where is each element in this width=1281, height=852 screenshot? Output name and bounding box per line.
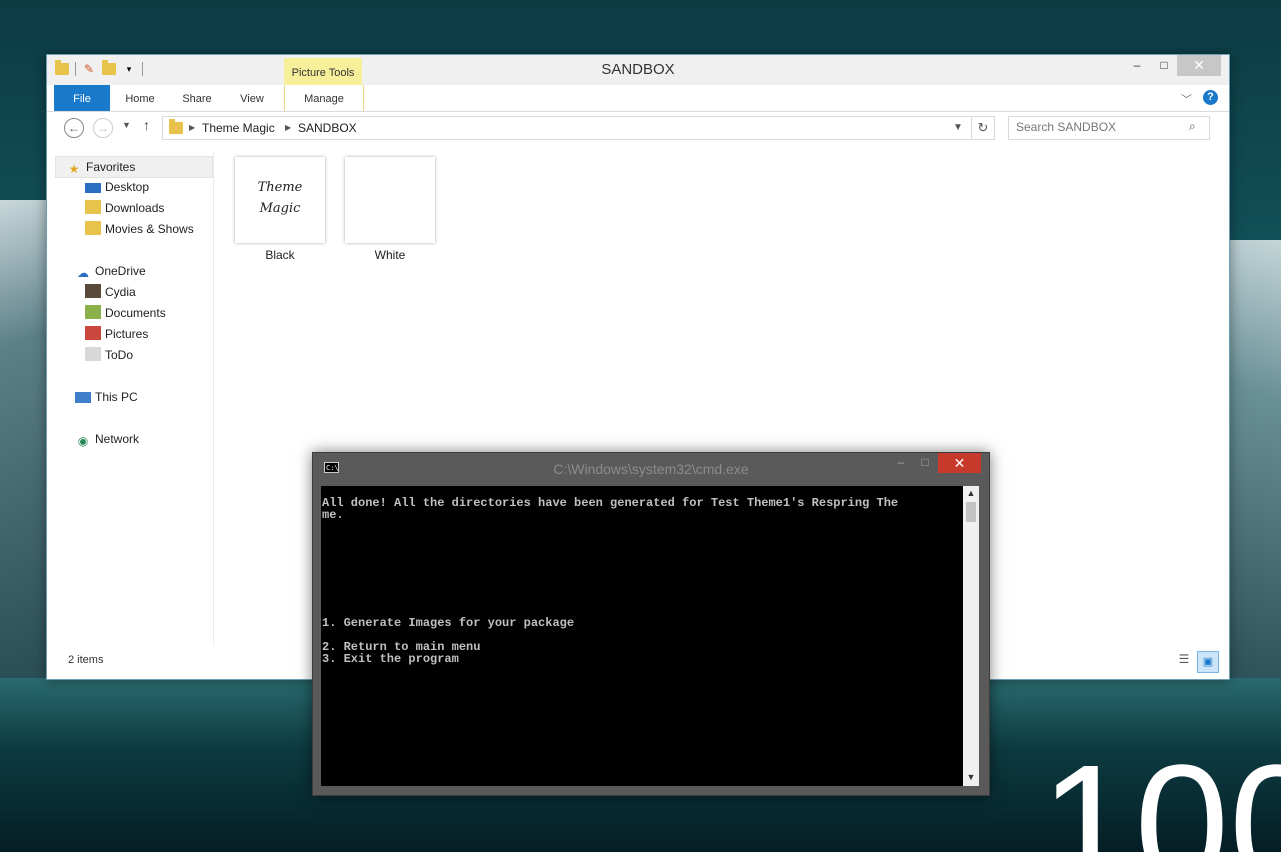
address-bar[interactable]: ▶ Theme Magic ▶ SANDBOX ▼ xyxy=(162,116,972,140)
nav-cydia[interactable]: Cydia xyxy=(85,282,136,302)
breadcrumb-separator-icon[interactable]: ▶ xyxy=(285,117,291,139)
large-icons-view-icon[interactable]: ▣ xyxy=(1197,651,1219,673)
nav-downloads[interactable]: Downloads xyxy=(85,198,164,218)
thumbnail-text: Theme xyxy=(257,180,303,195)
cmd-window: C:\Windows\system32\cmd.exe C:\ – □ ✕ Al… xyxy=(312,452,990,796)
ribbon-tabs: File Home Share View Manage ﹀ ? xyxy=(47,85,1229,112)
desktop-counter: 100 xyxy=(1040,740,1281,852)
minimize-button[interactable]: – xyxy=(1127,55,1147,76)
folder-icon xyxy=(85,347,101,361)
cmd-titlebar[interactable]: C:\Windows\system32\cmd.exe xyxy=(313,453,989,483)
tab-share[interactable]: Share xyxy=(171,85,223,111)
scroll-up-arrow-icon[interactable]: ▲ xyxy=(963,488,979,498)
nav-favorites[interactable]: ★ Favorites xyxy=(55,156,213,178)
folder-icon xyxy=(85,221,101,235)
expand-ribbon-chevron-icon[interactable]: ﹀ xyxy=(1181,91,1192,107)
search-icon[interactable]: ⌕ xyxy=(1189,119,1196,134)
close-button[interactable]: ✕ xyxy=(938,453,981,473)
maximize-button[interactable]: □ xyxy=(1153,55,1175,76)
folder-icon xyxy=(85,284,101,298)
tab-manage[interactable]: Manage xyxy=(284,85,364,111)
console-output[interactable]: All done! All the directories have been … xyxy=(321,486,971,786)
pictures-folder-icon xyxy=(85,326,101,340)
help-icon[interactable]: ? xyxy=(1203,90,1218,105)
console-line: me. xyxy=(322,508,344,522)
downloads-folder-icon xyxy=(85,200,101,214)
folder-icon xyxy=(169,119,183,134)
details-view-icon[interactable]: ☰ xyxy=(1175,652,1193,670)
tab-view[interactable]: View xyxy=(229,85,275,111)
search-box[interactable]: ⌕ xyxy=(1008,116,1210,140)
star-icon: ★ xyxy=(68,162,80,176)
console-line: 1. Generate Images for your package xyxy=(322,616,575,630)
cloud-icon: ☁ xyxy=(77,266,89,280)
nav-documents[interactable]: Documents xyxy=(85,303,166,323)
breadcrumb-theme-magic[interactable]: Theme Magic xyxy=(202,117,275,139)
scroll-down-arrow-icon[interactable]: ▼ xyxy=(963,772,979,782)
console-line: 3. Exit the program xyxy=(322,652,459,666)
wallpaper-mountain-left xyxy=(0,200,46,680)
forward-button[interactable]: → xyxy=(93,118,113,138)
back-button[interactable]: ← xyxy=(64,118,84,138)
tab-file[interactable]: File xyxy=(54,85,110,111)
network-icon: ◉ xyxy=(77,434,89,448)
nav-onedrive[interactable]: ☁ OneDrive xyxy=(75,261,146,281)
explorer-titlebar[interactable]: ✎ ▾ SANDBOX Picture Tools – □ ✕ xyxy=(47,55,1229,85)
scrollbar[interactable]: ▲ ▼ xyxy=(963,486,979,786)
picture-tools-group: Picture Tools xyxy=(284,58,362,85)
computer-icon xyxy=(75,392,91,403)
up-button[interactable]: ↑ xyxy=(143,117,150,133)
nav-pictures[interactable]: Pictures xyxy=(85,324,148,344)
cmd-title: C:\Windows\system32\cmd.exe xyxy=(553,461,749,477)
navigation-bar: ← → ▼ ↑ ▶ Theme Magic ▶ SANDBOX ▼ ↻ ⌕ xyxy=(47,112,1229,144)
tab-home[interactable]: Home xyxy=(115,85,165,111)
file-name-black[interactable]: Black xyxy=(235,248,325,262)
file-thumbnail-white[interactable] xyxy=(345,157,435,243)
item-count: 2 items xyxy=(68,654,104,666)
file-thumbnail-black[interactable]: Theme Magic xyxy=(235,157,325,243)
desktop-icon xyxy=(85,183,101,193)
scroll-thumb[interactable] xyxy=(966,502,976,522)
minimize-button[interactable]: – xyxy=(891,455,911,469)
window-title: SANDBOX xyxy=(601,61,675,78)
nav-this-pc[interactable]: This PC xyxy=(75,387,138,407)
navigation-pane: ★ Favorites Desktop Downloads Movies & Sh… xyxy=(47,151,214,646)
refresh-button[interactable]: ↻ xyxy=(972,116,995,140)
address-dropdown-chevron-icon[interactable]: ▼ xyxy=(953,117,963,139)
nav-network[interactable]: ◉ Network xyxy=(75,429,139,449)
maximize-button[interactable]: □ xyxy=(915,455,935,469)
thumbnail-text: Magic xyxy=(259,201,301,216)
cmd-icon: C:\ xyxy=(324,462,339,473)
file-name-white[interactable]: White xyxy=(345,248,435,262)
close-button[interactable]: ✕ xyxy=(1177,55,1221,76)
documents-folder-icon xyxy=(85,305,101,319)
breadcrumb-sandbox[interactable]: SANDBOX xyxy=(298,117,357,139)
recent-locations-chevron-icon[interactable]: ▼ xyxy=(122,120,131,130)
console-line: All done! All the directories have been … xyxy=(322,496,899,510)
breadcrumb-separator-icon[interactable]: ▶ xyxy=(189,117,195,139)
nav-todo[interactable]: ToDo xyxy=(85,345,133,365)
search-input[interactable] xyxy=(1009,117,1186,137)
wallpaper-mountain-right xyxy=(1229,240,1281,680)
nav-movies-shows[interactable]: Movies & Shows xyxy=(85,219,194,239)
nav-desktop[interactable]: Desktop xyxy=(85,177,149,197)
